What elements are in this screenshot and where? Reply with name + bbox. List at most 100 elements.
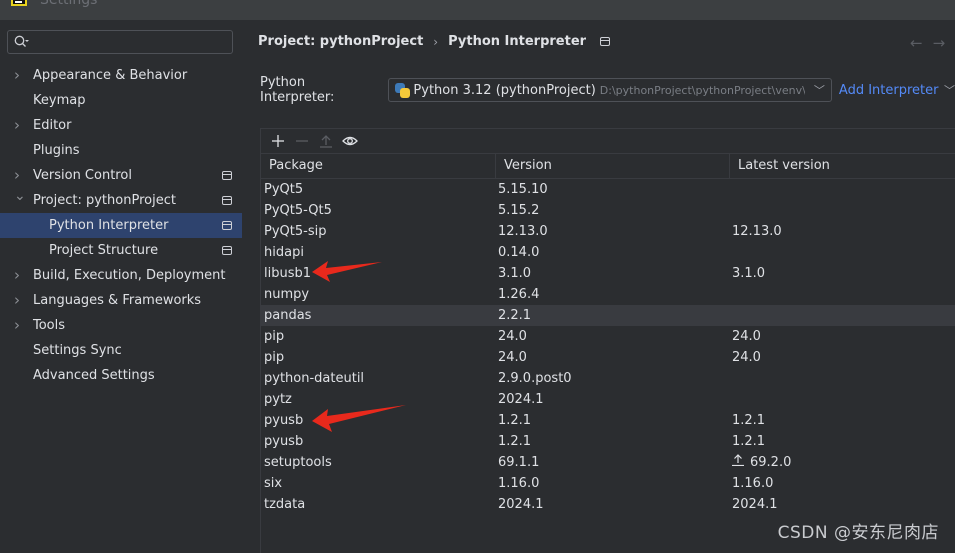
package-latest-version: 69.2.0 [730, 452, 955, 473]
sidebar-item-python-interpreter[interactable]: Python Interpreter [0, 213, 242, 238]
upgrade-package-button[interactable] [315, 131, 337, 151]
chevron-right-icon[interactable]: › [14, 113, 26, 138]
chevron-down-icon[interactable]: ⌄ [14, 184, 26, 209]
table-row[interactable]: PyQt5-Qt5 5.15.2 [261, 200, 955, 221]
chevron-right-icon[interactable]: › [14, 63, 26, 88]
sidebar-item-label: Advanced Settings [33, 368, 155, 383]
sidebar-item-version-control[interactable]: › Version Control [0, 163, 242, 188]
table-row[interactable]: pyusb 1.2.1 1.2.1 [261, 410, 955, 431]
back-arrow-icon[interactable]: ← [910, 34, 933, 52]
upgrade-available-icon [732, 452, 744, 473]
package-name: tzdata [264, 497, 306, 512]
sidebar-item-label: Python Interpreter [49, 218, 169, 233]
chevron-down-icon: ﹀ [940, 84, 955, 97]
app-icon [11, 0, 27, 6]
interpreter-label: Python Interpreter: [260, 75, 335, 105]
table-row[interactable]: PyQt5-sip 12.13.0 12.13.0 [261, 221, 955, 242]
table-row[interactable]: libusb1 3.1.0 3.1.0 [261, 263, 955, 284]
sidebar-item-label: Tools [33, 318, 66, 333]
search-input[interactable] [7, 30, 233, 54]
install-package-button[interactable] [267, 131, 289, 151]
table-row[interactable]: PyQt5 5.15.10 [261, 179, 955, 200]
package-latest-version: 24.0 [730, 326, 955, 347]
package-latest-version [730, 242, 955, 263]
sidebar-item-label: Languages & Frameworks [33, 293, 202, 308]
settings-sidebar: › Appearance & Behavior Keymap › Editor Plugi… [0, 20, 242, 553]
add-interpreter-button[interactable]: Add Interpreter ﹀ [839, 82, 955, 98]
add-interpreter-label: Add Interpreter [838, 83, 939, 98]
latest-version-text: 69.2.0 [750, 455, 792, 470]
project-scope-icon [600, 37, 611, 46]
package-version: 5.15.2 [498, 203, 540, 218]
show-early-releases-button[interactable] [339, 131, 361, 151]
sidebar-item-advanced-settings[interactable]: Advanced Settings [0, 363, 242, 388]
sidebar-item-project-pythonproject[interactable]: ⌄ Project: pythonProject [0, 188, 242, 213]
package-version: 69.1.1 [498, 455, 540, 470]
chevron-right-icon[interactable]: › [14, 313, 26, 338]
latest-version-text: 24.0 [732, 329, 761, 344]
table-row[interactable]: pip 24.0 24.0 [261, 326, 955, 347]
sidebar-item-label: Settings Sync [33, 343, 122, 358]
chevron-right-icon[interactable]: › [14, 288, 26, 313]
sidebar-item-keymap[interactable]: Keymap [0, 88, 242, 113]
package-latest-version: 24.0 [730, 347, 955, 368]
interpreter-row: Python Interpreter: Python 3.12 (pythonP… [260, 75, 955, 105]
column-header-latest-version[interactable]: Latest version [730, 154, 955, 178]
table-row[interactable]: tzdata 2024.1 2024.1 [261, 494, 955, 515]
table-row[interactable]: setuptools 69.1.1 69.2.0 [261, 452, 955, 473]
package-version: 5.15.10 [498, 182, 548, 197]
project-scope-icon [222, 196, 232, 205]
column-header-version[interactable]: Version [496, 154, 730, 178]
package-latest-version [730, 284, 955, 305]
package-latest-version [730, 305, 955, 326]
table-row[interactable]: pandas 2.2.1 [261, 305, 955, 326]
interpreter-dropdown[interactable]: Python 3.12 (pythonProject) D:\pythonPro… [388, 78, 832, 102]
breadcrumb-item-project[interactable]: Project: pythonProject [258, 34, 423, 49]
packages-table-header: Package Version Latest version [261, 154, 955, 179]
table-row[interactable]: pytz 2024.1 [261, 389, 955, 410]
forward-arrow-icon[interactable]: → [933, 34, 955, 52]
package-name: PyQt5-Qt5 [264, 203, 332, 218]
latest-version-text: 1.2.1 [732, 434, 766, 449]
package-name: six [264, 476, 283, 491]
table-row[interactable]: python-dateutil 2.9.0.post0 [261, 368, 955, 389]
latest-version-text: 24.0 [732, 350, 761, 365]
chevron-right-icon[interactable]: › [14, 263, 26, 288]
sidebar-item-tools[interactable]: › Tools [0, 313, 242, 338]
package-version: 24.0 [498, 350, 527, 365]
sidebar-item-appearance-behavior[interactable]: › Appearance & Behavior [0, 63, 242, 88]
package-latest-version [730, 200, 955, 221]
history-nav: ←→ [910, 34, 955, 52]
table-row[interactable]: six 1.16.0 1.16.0 [261, 473, 955, 494]
column-header-package[interactable]: Package [261, 154, 496, 178]
latest-version-text: 12.13.0 [732, 224, 782, 239]
package-latest-version: 2024.1 [730, 494, 955, 515]
package-version: 3.1.0 [498, 266, 532, 281]
sidebar-item-languages-frameworks[interactable]: › Languages & Frameworks [0, 288, 242, 313]
package-version: 1.16.0 [498, 476, 540, 491]
sidebar-item-label: Plugins [33, 143, 80, 158]
table-row[interactable]: numpy 1.26.4 [261, 284, 955, 305]
package-version: 12.13.0 [498, 224, 548, 239]
package-name: numpy [264, 287, 310, 302]
breadcrumb-item-python-interpreter: Python Interpreter [448, 34, 587, 49]
package-latest-version: 1.2.1 [730, 431, 955, 452]
sidebar-item-project-structure[interactable]: Project Structure [0, 238, 242, 263]
table-row[interactable]: pyusb 1.2.1 1.2.1 [261, 431, 955, 452]
package-latest-version [730, 368, 955, 389]
settings-nav-tree: › Appearance & Behavior Keymap › Editor Plugi… [0, 63, 242, 388]
package-name: libusb1 [264, 266, 312, 281]
sidebar-item-editor[interactable]: › Editor [0, 113, 242, 138]
package-latest-version: 1.16.0 [730, 473, 955, 494]
sidebar-item-plugins[interactable]: Plugins [0, 138, 242, 163]
package-version: 0.14.0 [498, 245, 540, 260]
uninstall-package-button[interactable] [291, 131, 313, 151]
package-name: setuptools [264, 455, 332, 470]
package-latest-version: 1.2.1 [730, 410, 955, 431]
table-row[interactable]: hidapi 0.14.0 [261, 242, 955, 263]
package-name: PyQt5 [264, 182, 304, 197]
sidebar-item-build-execution-deployment[interactable]: › Build, Execution, Deployment [0, 263, 242, 288]
package-latest-version [730, 179, 955, 200]
sidebar-item-settings-sync[interactable]: Settings Sync [0, 338, 242, 363]
table-row[interactable]: pip 24.0 24.0 [261, 347, 955, 368]
